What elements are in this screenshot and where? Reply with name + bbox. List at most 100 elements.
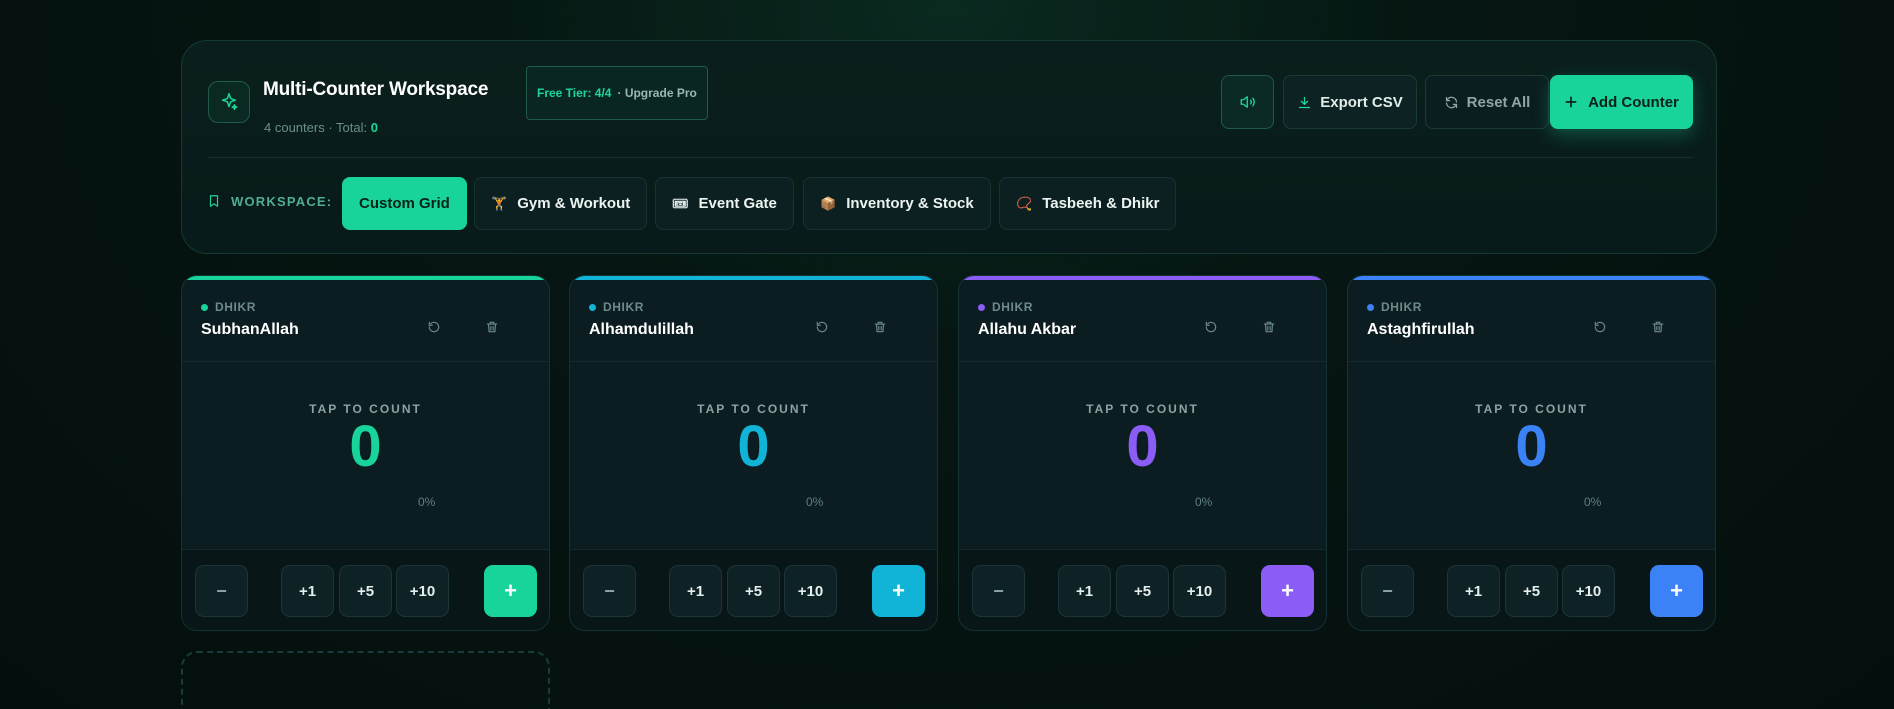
add-10-button[interactable]: +10 [784, 565, 837, 617]
counter-card: DHIKR SubhanAllah TAP TO COUNT 0 0% − +1… [181, 275, 550, 631]
progress-percent: 0% [1584, 495, 1602, 509]
delete-counter-icon[interactable] [481, 316, 503, 338]
tab-label: Event Gate [698, 195, 777, 212]
progress-percent: 0% [806, 495, 824, 509]
add-1-button[interactable]: +1 [1058, 565, 1111, 617]
category-dot [201, 303, 208, 311]
sparkles-icon [221, 93, 238, 111]
reset-counter-icon[interactable] [1200, 316, 1222, 338]
decrement-button[interactable]: − [972, 565, 1025, 617]
counter-card: DHIKR Astaghfirullah TAP TO COUNT 0 0% −… [1347, 275, 1716, 631]
decrement-button[interactable]: − [1361, 565, 1414, 617]
add-counter-placeholder[interactable] [181, 651, 550, 709]
increment-button[interactable]: + [1261, 565, 1314, 617]
category-dot [1367, 303, 1374, 311]
total-count: 0 [370, 120, 378, 135]
counter-name: SubhanAllah [201, 321, 299, 338]
card-divider [959, 361, 1326, 362]
increment-button[interactable]: + [872, 565, 925, 617]
tab-custom-grid[interactable]: Custom Grid [342, 177, 467, 230]
counter-value[interactable]: 0 [570, 418, 937, 476]
bookmark-icon [209, 195, 219, 207]
counter-name: Astaghfirullah [1367, 321, 1475, 338]
add-5-button[interactable]: +5 [339, 565, 392, 617]
speaker-icon [1240, 96, 1255, 108]
dumbbell-icon: 🏋 [491, 195, 508, 211]
delete-counter-icon[interactable] [869, 316, 891, 338]
workspace-label: WORKSPACE: [207, 193, 332, 209]
package-icon: 📦 [820, 195, 837, 211]
tab-tasbeeh-dhikr[interactable]: 📿 Tasbeeh & Dhikr [999, 177, 1177, 230]
counter-name: Allahu Akbar [978, 321, 1077, 338]
tab-label: Gym & Workout [517, 195, 631, 212]
counter-summary-text: 4 counters · Total: [264, 120, 368, 135]
download-icon [1299, 96, 1311, 108]
plus-icon [1565, 96, 1577, 108]
counter-value[interactable]: 0 [959, 418, 1326, 476]
counter-category: DHIKR [589, 300, 644, 314]
card-accent-bar [1348, 276, 1715, 280]
increment-button[interactable]: + [1650, 565, 1703, 617]
reset-counter-icon[interactable] [1589, 316, 1611, 338]
add-1-button[interactable]: +1 [1447, 565, 1500, 617]
add-counter-label: Add Counter [1588, 93, 1679, 111]
counter-card: DHIKR Allahu Akbar TAP TO COUNT 0 0% − +… [958, 275, 1327, 631]
decrement-button[interactable]: − [583, 565, 636, 617]
card-accent-bar [959, 276, 1326, 280]
workspace-label-text: WORKSPACE: [231, 193, 333, 209]
counter-card: DHIKR Alhamdulillah TAP TO COUNT 0 0% − … [569, 275, 938, 631]
add-5-button[interactable]: +5 [727, 565, 780, 617]
header-divider [207, 157, 1693, 158]
counter-value[interactable]: 0 [1348, 418, 1715, 476]
card-divider [570, 361, 937, 362]
prayer-beads-icon: 📿 [1016, 195, 1033, 211]
tab-inventory-stock[interactable]: 📦 Inventory & Stock [803, 177, 991, 230]
upgrade-pro-link[interactable]: · Upgrade Pro [617, 86, 696, 100]
decrement-button[interactable]: − [195, 565, 248, 617]
add-counter-button[interactable]: Add Counter [1550, 75, 1693, 129]
reset-counter-icon[interactable] [423, 316, 445, 338]
increment-button[interactable]: + [484, 565, 537, 617]
tab-label: Tasbeeh & Dhikr [1042, 195, 1160, 212]
reset-all-label: Reset All [1466, 93, 1531, 111]
sound-toggle-button[interactable] [1221, 75, 1274, 129]
counter-name: Alhamdulillah [589, 321, 694, 338]
counter-value[interactable]: 0 [182, 418, 549, 476]
tab-label: Custom Grid [359, 195, 450, 212]
category-label: DHIKR [992, 300, 1033, 314]
ticket-icon: 🎟 [672, 195, 689, 211]
reset-counter-icon[interactable] [811, 316, 833, 338]
tier-label: Free Tier: 4/4 [537, 86, 612, 100]
card-accent-bar [570, 276, 937, 280]
add-5-button[interactable]: +5 [1505, 565, 1558, 617]
counter-category: DHIKR [978, 300, 1033, 314]
progress-percent: 0% [1195, 495, 1213, 509]
counter-summary: 4 counters · Total: 0 [264, 120, 378, 135]
category-label: DHIKR [215, 300, 256, 314]
category-dot [589, 303, 596, 311]
app-logo [208, 81, 250, 123]
delete-counter-icon[interactable] [1647, 316, 1669, 338]
export-csv-label: Export CSV [1320, 93, 1403, 111]
add-10-button[interactable]: +10 [1562, 565, 1615, 617]
tab-event-gate[interactable]: 🎟 Event Gate [655, 177, 794, 230]
reset-all-button[interactable]: Reset All [1425, 75, 1549, 129]
tier-badge[interactable]: Free Tier: 4/4 · Upgrade Pro [526, 66, 708, 120]
workspace-header: Multi-Counter Workspace 4 counters · Tot… [181, 40, 1717, 254]
progress-percent: 0% [418, 495, 436, 509]
refresh-icon [1445, 96, 1457, 108]
counter-category: DHIKR [201, 300, 256, 314]
add-5-button[interactable]: +5 [1116, 565, 1169, 617]
category-label: DHIKR [1381, 300, 1422, 314]
add-10-button[interactable]: +10 [1173, 565, 1226, 617]
add-1-button[interactable]: +1 [669, 565, 722, 617]
card-accent-bar [182, 276, 549, 280]
export-csv-button[interactable]: Export CSV [1283, 75, 1417, 129]
add-10-button[interactable]: +10 [396, 565, 449, 617]
card-divider [1348, 361, 1715, 362]
category-dot [978, 303, 985, 311]
page-title: Multi-Counter Workspace [263, 79, 489, 100]
delete-counter-icon[interactable] [1258, 316, 1280, 338]
add-1-button[interactable]: +1 [281, 565, 334, 617]
tab-gym-workout[interactable]: 🏋 Gym & Workout [474, 177, 648, 230]
